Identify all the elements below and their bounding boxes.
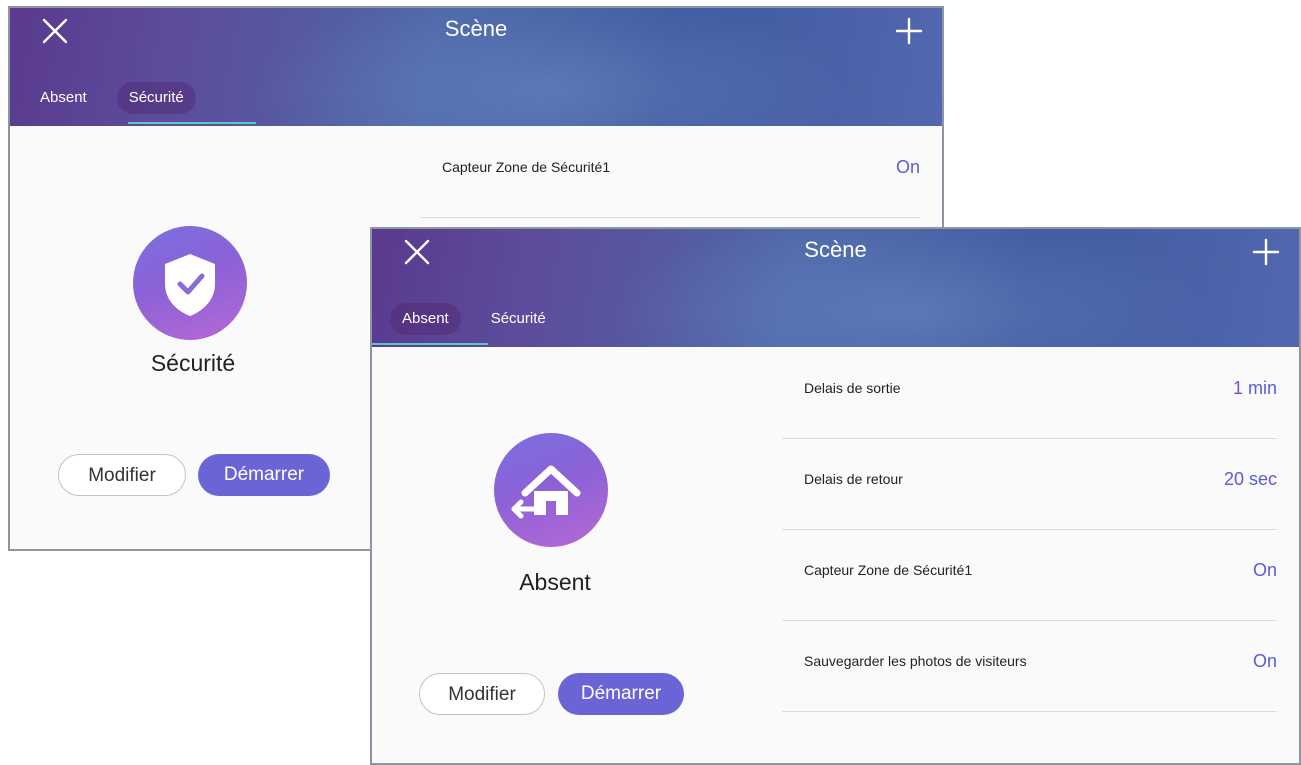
header-bar: Scène Absent Sécurité: [372, 229, 1299, 347]
start-button[interactable]: Démarrer: [198, 454, 330, 496]
setting-value: 20 sec: [1223, 469, 1277, 489]
scene-summary: Absent Modifier Démarrer: [372, 347, 739, 763]
setting-row[interactable]: Sauvegarder les photos de visiteurs On: [782, 620, 1277, 712]
modify-button[interactable]: Modifier: [419, 673, 545, 715]
tab-security[interactable]: Sécurité: [479, 303, 558, 335]
setting-label: Delais de sortie: [804, 380, 901, 396]
plus-icon[interactable]: [892, 14, 926, 48]
scene-summary: Sécurité Modifier Démarrer: [10, 126, 377, 549]
tab-absent[interactable]: Absent: [390, 303, 461, 335]
home-leave-icon: [494, 433, 608, 547]
setting-row[interactable]: Delais de retour 20 sec: [782, 438, 1277, 530]
plus-icon[interactable]: [1249, 235, 1283, 269]
active-tab-indicator: [372, 343, 488, 345]
header-bar: Scène Absent Sécurité: [10, 8, 942, 126]
scene-name: Absent: [519, 569, 591, 595]
setting-value: On: [895, 157, 920, 177]
page-title: Scène: [804, 237, 867, 262]
scene-settings: Delais de sortie 1 min Delais de retour …: [738, 347, 1299, 763]
start-button[interactable]: Démarrer: [558, 673, 684, 715]
scene-name: Sécurité: [150, 350, 236, 376]
scene-tabs: Absent Sécurité: [28, 82, 214, 114]
tab-absent[interactable]: Absent: [28, 82, 99, 114]
tab-security[interactable]: Sécurité: [116, 82, 196, 114]
setting-label: Capteur Zone de Sécurité1: [442, 159, 611, 175]
scene-tabs: Absent Sécurité: [390, 303, 576, 335]
shield-check-icon: [133, 226, 247, 340]
setting-label: Capteur Zone de Sécurité1: [804, 562, 973, 578]
setting-row[interactable]: Delais de sortie 1 min: [782, 347, 1277, 439]
setting-value: 1 min: [1232, 378, 1277, 398]
active-tab-indicator: [128, 122, 256, 124]
setting-label: Sauvegarder les photos de visiteurs: [804, 653, 1027, 669]
modify-button[interactable]: Modifier: [58, 454, 186, 496]
scene-panel-away: Scène Absent Sécurité Absent Modifier Dé…: [370, 227, 1301, 765]
setting-label: Delais de retour: [804, 471, 903, 487]
setting-value: On: [1252, 651, 1277, 671]
setting-row[interactable]: Capteur Zone de Sécurité1 On: [782, 529, 1277, 621]
setting-value: On: [1252, 560, 1277, 580]
setting-row[interactable]: Capteur Zone de Sécurité1 On: [420, 126, 920, 218]
page-title: Scène: [444, 16, 508, 41]
